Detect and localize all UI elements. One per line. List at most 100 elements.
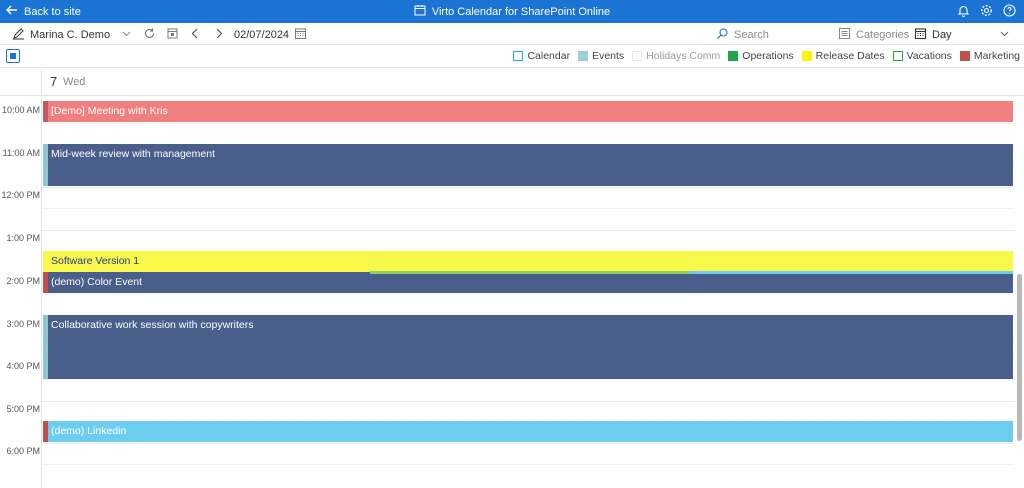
legend-label: Release Dates [815, 50, 885, 62]
gear-icon[interactable] [980, 4, 993, 17]
legend-swatch [513, 51, 524, 61]
legend-item[interactable]: Events [578, 50, 624, 62]
event-title: Software Version 1 [51, 255, 140, 267]
legend-label: Holidays Comm [646, 50, 721, 62]
calendar-event[interactable]: [Demo] Meeting with Kris [43, 101, 1013, 122]
hour-gridline [42, 443, 1014, 444]
event-category-stripe [43, 421, 48, 442]
legend-item[interactable]: Vacations [892, 50, 952, 62]
view-calendar-icon [914, 27, 927, 43]
calendar-toolbar: Marina C. Demo 02/07/2024 Search Categor… [0, 23, 1024, 45]
hour-gridline [42, 401, 1014, 402]
view-dropdown-button[interactable] [998, 27, 1011, 43]
legend-item[interactable]: Marketing [959, 50, 1020, 62]
legend-bar: Calendar Events Holidays Comm Operations Rel… [0, 46, 1024, 68]
chevron-left-icon [189, 27, 202, 43]
event-title: Mid-week review with management [51, 148, 215, 160]
event-title: [Demo] Meeting with Kris [51, 105, 168, 117]
hour-label: 6:00 PM [6, 446, 40, 456]
back-to-site-label: Back to site [24, 5, 81, 18]
half-hour-gridline [42, 464, 1014, 465]
hour-label: 4:00 PM [6, 361, 40, 371]
chevron-down-icon [120, 27, 133, 43]
event-title: Collaborative work session with copywrit… [51, 319, 254, 331]
user-dropdown-button[interactable] [120, 27, 133, 43]
calendar-event[interactable]: Software Version 1 [43, 251, 1013, 272]
date-picker[interactable]: 02/07/2024 [234, 27, 307, 43]
legend-label: Marketing [973, 50, 1020, 62]
legend-label: Vacations [906, 50, 952, 62]
categories-label: Categories [856, 29, 910, 41]
legend-swatch [892, 51, 903, 61]
event-category-stripe [43, 251, 48, 272]
category-legend: Calendar Events Holidays Comm Operations Rel… [513, 50, 1020, 62]
legend-swatch [632, 51, 643, 61]
legend-label: Operations [742, 50, 794, 62]
half-hour-gridline [42, 208, 1014, 209]
hour-gridline [42, 187, 1014, 188]
chevron-down-icon [998, 27, 1011, 43]
view-selector[interactable]: Day [914, 27, 952, 43]
event-overlap-line [370, 271, 690, 274]
categories-button[interactable]: Categories [838, 27, 909, 43]
legend-label: Events [592, 50, 625, 62]
calendar-event[interactable]: (demo) Linkedin [43, 421, 1013, 442]
previous-day-button[interactable] [189, 27, 202, 43]
search-icon [716, 27, 729, 43]
legend-item[interactable]: Calendar [513, 50, 570, 62]
hour-label: 3:00 PM [6, 319, 40, 329]
chevron-right-icon [212, 27, 225, 43]
hour-label: 1:00 PM [6, 233, 40, 243]
next-day-button[interactable] [212, 27, 225, 43]
legend-item[interactable]: Release Dates [801, 50, 885, 62]
legend-swatch [959, 51, 970, 61]
event-category-stripe [43, 101, 48, 122]
legend-label: Calendar [527, 50, 571, 62]
vertical-scrollbar[interactable] [1017, 274, 1022, 441]
calendar-panel-toggle[interactable] [6, 49, 20, 63]
today-button[interactable] [166, 27, 179, 43]
app-header: Back to site Virto Calendar for SharePoi… [0, 0, 1024, 23]
legend-item[interactable]: Operations [728, 50, 794, 62]
calendar-event[interactable]: (demo) Color Event [43, 272, 1013, 293]
time-gutter-header [0, 69, 42, 95]
half-hour-gridline [42, 294, 1014, 295]
hour-label: 2:00 PM [6, 276, 40, 286]
date-value: 02/07/2024 [234, 29, 290, 41]
event-category-stripe [43, 144, 48, 186]
user-selector[interactable]: Marina C. Demo [12, 27, 110, 43]
calendar-today-icon [166, 27, 179, 43]
hour-label: 5:00 PM [6, 404, 40, 414]
refresh-icon [143, 27, 156, 43]
event-title: (demo) Linkedin [51, 425, 127, 437]
app-title-text: Virto Calendar for SharePoint Online [431, 5, 611, 18]
legend-swatch [728, 51, 739, 61]
categories-icon [838, 27, 851, 43]
legend-swatch [801, 51, 812, 61]
calendar-app-icon [414, 4, 426, 19]
help-icon[interactable] [1003, 4, 1016, 17]
event-category-stripe [43, 272, 48, 293]
hour-gridline [42, 230, 1014, 231]
day-name: Wed [63, 76, 86, 88]
calendar-event[interactable]: Collaborative work session with copywrit… [43, 315, 1013, 379]
bell-icon[interactable] [957, 4, 970, 17]
back-to-site-link[interactable]: Back to site [6, 4, 81, 19]
hour-label: 12:00 PM [1, 190, 40, 200]
user-name: Marina C. Demo [30, 29, 111, 41]
day-number[interactable]: 7 [50, 74, 57, 89]
day-time-grid[interactable]: 10:00 AM 11:00 AM 12:00 PM 1:00 PM 2:00 PM 3:… [0, 97, 1024, 488]
event-category-stripe [43, 315, 48, 379]
refresh-button[interactable] [143, 27, 156, 43]
half-hour-gridline [42, 123, 1014, 124]
app-title: Virto Calendar for SharePoint Online [0, 4, 1024, 19]
search-box[interactable]: Search [716, 27, 769, 43]
search-placeholder: Search [734, 29, 769, 41]
half-hour-gridline [42, 379, 1014, 380]
view-label: Day [932, 29, 952, 41]
calendar-icon [294, 27, 307, 43]
event-title: (demo) Color Event [51, 276, 143, 288]
calendar-event[interactable]: Mid-week review with management [43, 144, 1013, 186]
day-header: 7 Wed [0, 69, 1024, 96]
legend-item[interactable]: Holidays Comm [632, 50, 720, 62]
